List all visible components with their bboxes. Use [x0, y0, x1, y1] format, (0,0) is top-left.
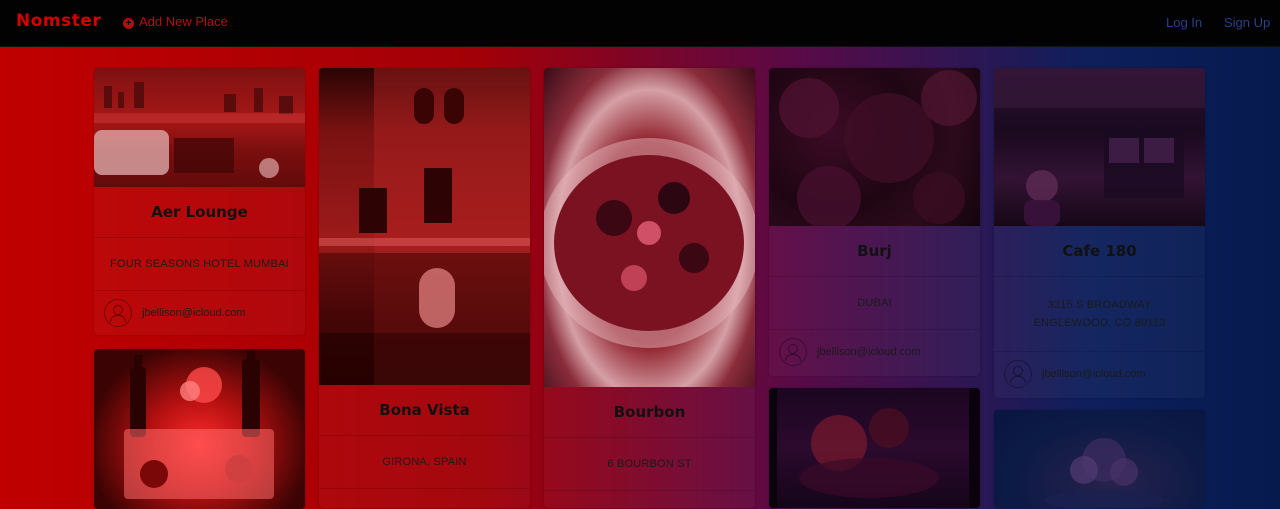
place-name[interactable]: Cafe 180 — [994, 226, 1205, 276]
place-user: jbellison@icloud.com — [94, 291, 305, 335]
paella-dish-image — [544, 138, 755, 348]
user-avatar-icon — [779, 338, 807, 366]
place-card-wine[interactable] — [94, 349, 305, 509]
add-new-place-link[interactable]: + Add New Place — [123, 14, 228, 29]
place-card-aer-lounge[interactable]: Aer Lounge FOUR SEASONS HOTEL MUMBAI jbe… — [94, 68, 305, 335]
place-image[interactable] — [94, 349, 305, 509]
plated-dish-image — [769, 388, 980, 508]
place-name[interactable]: Bourbon — [544, 387, 755, 437]
cafe-interior-image — [994, 68, 1205, 226]
place-image[interactable] — [544, 68, 755, 387]
signup-link[interactable]: Sign Up — [1224, 15, 1270, 30]
user-email: jbellison@icloud.com — [817, 346, 921, 358]
add-new-place-label: Add New Place — [139, 14, 228, 29]
place-card-dark-food[interactable] — [769, 388, 980, 508]
user-avatar-icon — [104, 299, 132, 327]
place-location: DUBAI — [769, 276, 980, 330]
place-card-cafe-180[interactable]: Cafe 180 3315 S BROADWAY ENGLEWOOD, CO 8… — [994, 68, 1205, 398]
user-email: jbellison@icloud.com — [142, 307, 246, 319]
flower-dish-image — [1044, 438, 1164, 508]
place-image[interactable] — [994, 68, 1205, 226]
place-location: 3315 S BROADWAY ENGLEWOOD, CO 80113 — [994, 276, 1205, 352]
user-avatar-icon — [1004, 360, 1032, 388]
place-card-bourbon[interactable]: Bourbon 6 BOURBON ST — [544, 68, 755, 508]
place-user: jbellison@icloud.com — [769, 330, 980, 374]
place-name[interactable]: Aer Lounge — [94, 187, 305, 237]
place-image[interactable] — [94, 68, 305, 187]
plus-circle-icon: + — [123, 18, 134, 29]
place-image[interactable] — [769, 68, 980, 226]
brand-logo[interactable]: Nomster — [16, 11, 101, 31]
place-image[interactable] — [994, 410, 1205, 508]
place-location: FOUR SEASONS HOTEL MUMBAI — [94, 237, 305, 291]
login-link[interactable]: Log In — [1166, 15, 1202, 30]
place-name[interactable]: Burj — [769, 226, 980, 276]
place-card-bona-vista[interactable]: Bona Vista GIRONA, SPAIN — [319, 68, 530, 508]
place-location: 6 BOURBON ST — [544, 437, 755, 491]
navbar: Nomster + Add New Place Log In Sign Up — [0, 0, 1280, 47]
place-card-burj[interactable]: Burj DUBAI jbellison@icloud.com — [769, 68, 980, 376]
place-image[interactable] — [769, 388, 980, 508]
user-email: jbellison@icloud.com — [1042, 368, 1146, 380]
place-location: GIRONA, SPAIN — [319, 435, 530, 489]
wine-tasting-image — [124, 349, 274, 499]
place-user: jbellison@icloud.com — [994, 352, 1205, 396]
romanesco-image — [779, 70, 977, 226]
place-name[interactable]: Bona Vista — [319, 385, 530, 435]
place-image[interactable] — [319, 68, 530, 385]
city-skyline-image — [94, 82, 305, 187]
place-card-flowers[interactable] — [994, 410, 1205, 508]
villa-image — [319, 68, 530, 385]
